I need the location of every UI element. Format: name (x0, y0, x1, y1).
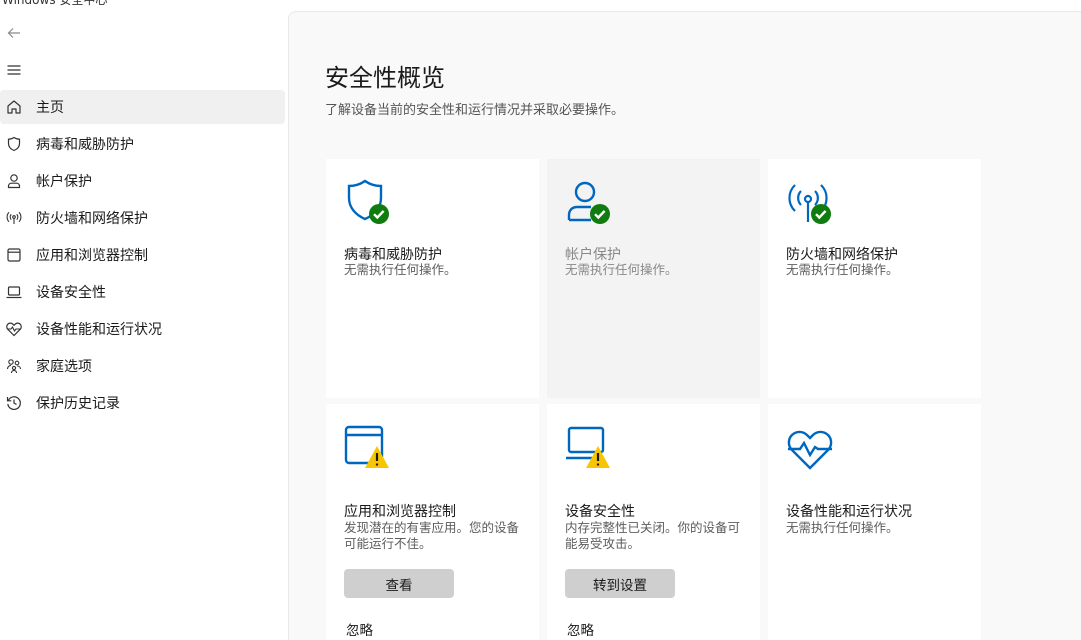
sidebar-item-protection-history[interactable]: 保护历史记录 (0, 386, 285, 420)
back-arrow-icon (7, 28, 20, 38)
view-button[interactable]: 查看 (344, 569, 454, 598)
history-icon (6, 396, 21, 410)
hamburger-icon (7, 65, 21, 75)
menu-button[interactable] (3, 59, 25, 81)
tile-title: 防火墙和网络保护 (786, 247, 898, 263)
sidebar-item-label: 家庭选项 (36, 359, 92, 375)
tile-title: 设备安全性 (565, 504, 635, 520)
sidebar-item-label: 主页 (36, 100, 64, 116)
sidebar-item-label: 保护历史记录 (36, 396, 120, 412)
sidebar-item-firewall[interactable]: 防火墙和网络保护 (0, 201, 285, 235)
page-title: 安全性概览 (325, 64, 445, 92)
sidebar-item-label: 设备安全性 (36, 285, 106, 301)
person-ok-icon (567, 181, 610, 224)
tile-title: 应用和浏览器控制 (344, 504, 456, 520)
heart-pulse-icon (787, 430, 833, 470)
home-icon (7, 100, 21, 114)
sidebar-item-label: 设备性能和运行状况 (36, 322, 162, 338)
sidebar-item-virus-protection[interactable]: 病毒和威胁防护 (0, 127, 285, 161)
dismiss-link[interactable]: 忽略 (567, 619, 594, 639)
tile-desc: 内存完整性已关闭。你的设备可能易受攻击。 (565, 520, 741, 551)
antenna-icon (6, 211, 22, 224)
tile-title: 设备性能和运行状况 (786, 504, 912, 520)
shield-ok-icon (347, 179, 389, 224)
family-icon (6, 359, 22, 374)
sidebar-item-family-options[interactable]: 家庭选项 (0, 349, 285, 383)
tile-title: 病毒和威胁防护 (344, 247, 442, 263)
tile-desc: 发现潜在的有害应用。您的设备可能运行不佳。 (344, 520, 520, 551)
sidebar-item-label: 帐户保护 (36, 174, 92, 190)
tile-account-protection[interactable]: 帐户保护 无需执行任何操作。 (547, 159, 760, 398)
tile-desc: 无需执行任何操作。 (786, 520, 899, 535)
sidebar-item-label: 病毒和威胁防护 (36, 137, 134, 153)
sidebar-item-home[interactable]: 主页 (0, 90, 285, 124)
app-window-warning-icon (344, 425, 389, 468)
tile-app-browser-control[interactable]: 应用和浏览器控制 发现潜在的有害应用。您的设备可能运行不佳。 查看 忽略 (326, 404, 539, 640)
dismiss-link[interactable]: 忽略 (346, 619, 373, 639)
tile-desc: 无需执行任何操作。 (786, 262, 899, 277)
windows-security-app: Windows 安全中心 主页 病毒和威胁防护 帐户保护 防火墙和网络保护 应用… (0, 0, 1081, 640)
nav-list: 主页 病毒和威胁防护 帐户保护 防火墙和网络保护 应用和浏览器控制 设备安全性 … (0, 90, 285, 423)
tile-virus-protection[interactable]: 病毒和威胁防护 无需执行任何操作。 (326, 159, 539, 398)
app-window-icon (7, 248, 21, 262)
person-icon (7, 174, 21, 189)
tile-device-security[interactable]: 设备安全性 内存完整性已关闭。你的设备可能易受攻击。 转到设置 忽略 (547, 404, 760, 640)
tile-desc: 无需执行任何操作。 (565, 262, 678, 277)
sidebar: 主页 病毒和威胁防护 帐户保护 防火墙和网络保护 应用和浏览器控制 设备安全性 … (0, 0, 288, 640)
sidebar-item-label: 应用和浏览器控制 (36, 248, 148, 264)
laptop-warning-icon (566, 426, 610, 468)
go-to-settings-button[interactable]: 转到设置 (565, 569, 675, 598)
sidebar-item-account-protection[interactable]: 帐户保护 (0, 164, 285, 198)
sidebar-item-device-security[interactable]: 设备安全性 (0, 275, 285, 309)
sidebar-item-app-browser-control[interactable]: 应用和浏览器控制 (0, 238, 285, 272)
heart-pulse-icon (6, 322, 22, 337)
main-content: 安全性概览 了解设备当前的安全性和运行情况并采取必要操作。 病毒和威胁防护 无需… (288, 11, 1081, 640)
tile-firewall[interactable]: 防火墙和网络保护 无需执行任何操作。 (768, 159, 981, 398)
back-button[interactable] (3, 22, 25, 44)
tile-title: 帐户保护 (565, 247, 621, 263)
sidebar-item-label: 防火墙和网络保护 (36, 211, 148, 227)
antenna-ok-icon (788, 184, 831, 224)
tile-desc: 无需执行任何操作。 (344, 262, 457, 277)
shield-icon (7, 136, 21, 152)
sidebar-item-device-health[interactable]: 设备性能和运行状况 (0, 312, 285, 346)
page-subtitle: 了解设备当前的安全性和运行情况并采取必要操作。 (325, 103, 625, 118)
laptop-icon (6, 286, 22, 299)
tile-device-health[interactable]: 设备性能和运行状况 无需执行任何操作。 (768, 404, 981, 640)
